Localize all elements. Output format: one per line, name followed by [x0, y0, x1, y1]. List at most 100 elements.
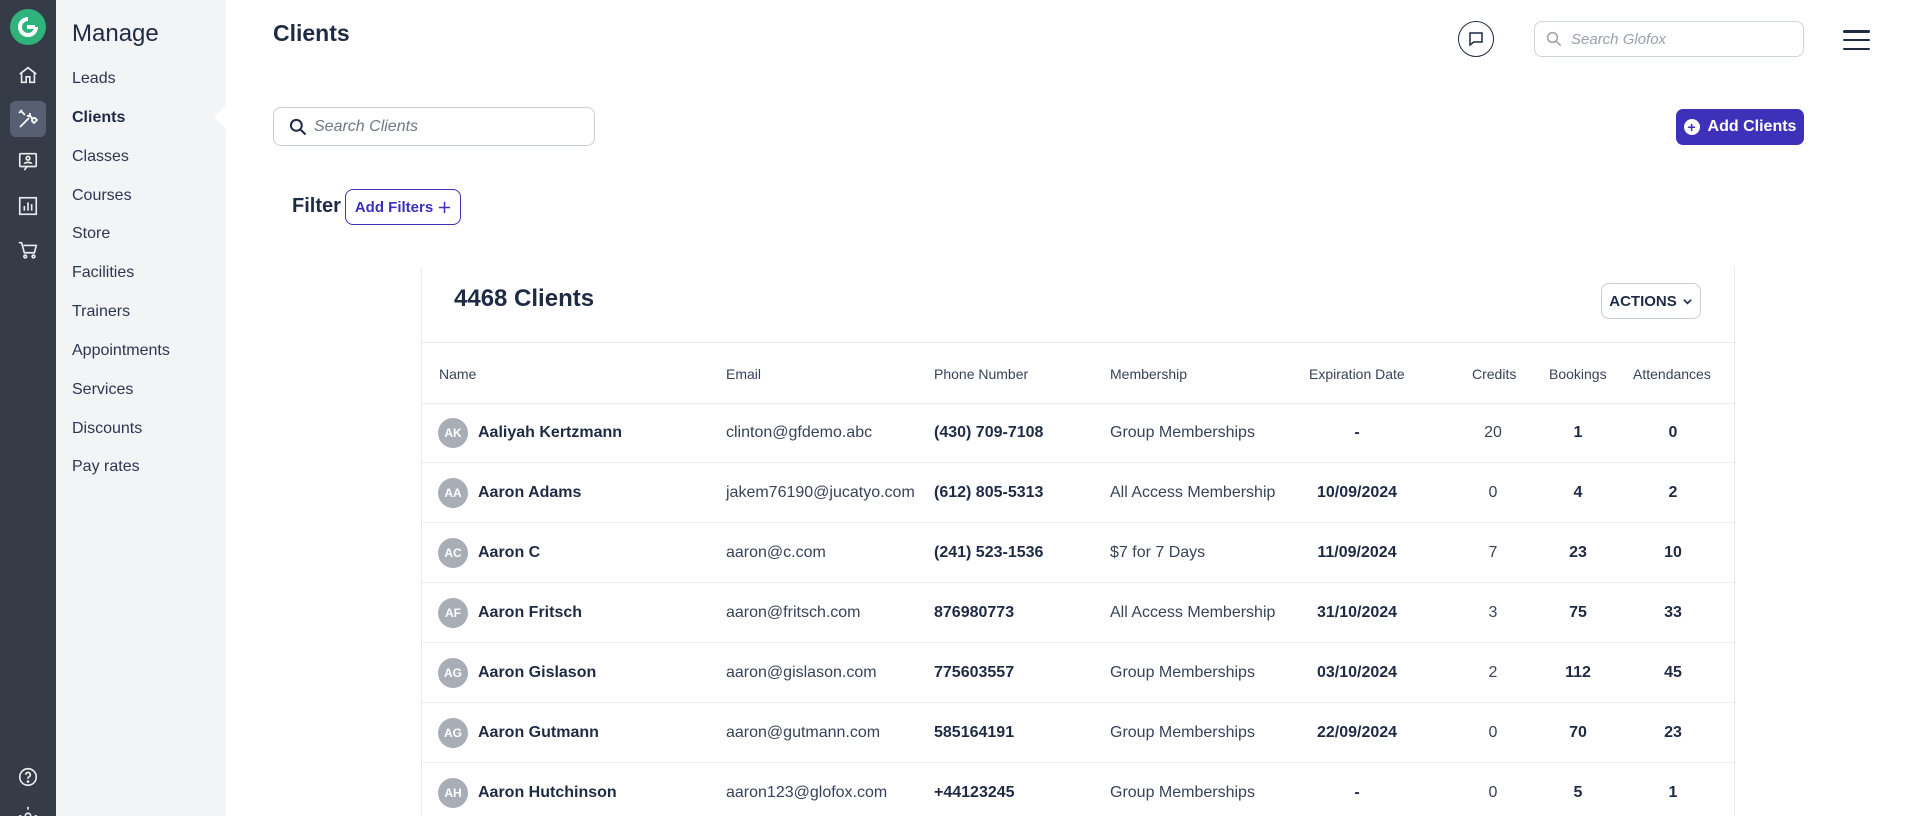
name-cell[interactable]: AC Aaron C — [438, 523, 540, 583]
membership-cell: Group Memberships — [1110, 784, 1255, 801]
sidebar-item-appointments[interactable]: Appointments — [72, 342, 170, 360]
add-filters-label: Add Filters — [354, 198, 434, 216]
search-icon — [289, 118, 307, 135]
client-name-link[interactable]: Aaron C — [478, 544, 540, 562]
column-header-credits[interactable]: Credits — [1472, 366, 1516, 382]
sidebar-item-leads[interactable]: Leads — [72, 70, 116, 88]
icon-rail — [0, 0, 56, 816]
manage-tools-icon[interactable] — [10, 101, 46, 137]
sidebar-item-discounts[interactable]: Discounts — [72, 420, 142, 438]
avatar: AA — [438, 478, 468, 508]
client-name-link[interactable]: Aaron Hutchinson — [478, 784, 617, 802]
column-header-bookings[interactable]: Bookings — [1549, 366, 1607, 382]
email-cell: aaron@fritsch.com — [726, 604, 861, 621]
sidebar-title: Manage — [72, 20, 159, 47]
avatar: AH — [438, 778, 468, 808]
page-title: Clients — [273, 20, 350, 46]
table-row[interactable]: AK Aaliyah Kertzmann clinton@gfdemo.abc (43… — [422, 403, 1736, 463]
sidebar-item-trainers[interactable]: Trainers — [72, 303, 130, 321]
phone-cell: +44123245 — [934, 784, 1015, 801]
table-row[interactable]: AA Aaron Adams jakem76190@jucatyo.com (612)… — [422, 463, 1736, 523]
email-cell: aaron@gutmann.com — [726, 724, 881, 741]
phone-cell: (241) 523-1536 — [934, 544, 1044, 561]
expiration-cell: 03/10/2024 — [1316, 664, 1398, 681]
column-header-membership[interactable]: Membership — [1110, 366, 1187, 382]
email-cell: aaron@c.com — [726, 544, 826, 561]
sidebar-item-services[interactable]: Services — [72, 381, 133, 399]
name-cell[interactable]: AG Aaron Gutmann — [438, 703, 599, 763]
settings-icon[interactable] — [12, 800, 44, 816]
client-name-link[interactable]: Aaliyah Kertzmann — [478, 424, 622, 442]
attendances-cell: 2 — [1668, 484, 1678, 501]
credits-cell: 0 — [1488, 724, 1498, 741]
name-cell[interactable]: AK Aaliyah Kertzmann — [438, 403, 622, 463]
divider — [422, 342, 1736, 343]
email-cell: clinton@gfdemo.abc — [726, 424, 873, 441]
phone-cell: 775603557 — [934, 664, 1015, 681]
client-name-link[interactable]: Aaron Gislason — [478, 664, 596, 682]
name-cell[interactable]: AA Aaron Adams — [438, 463, 581, 523]
reports-icon[interactable] — [12, 190, 44, 222]
membership-cell: All Access Membership — [1110, 484, 1276, 501]
search-icon — [1546, 31, 1562, 47]
client-name-link[interactable]: Aaron Gutmann — [478, 724, 599, 742]
avatar: AF — [438, 598, 468, 628]
hamburger-menu-icon[interactable] — [1843, 30, 1870, 50]
expiration-cell: 10/09/2024 — [1316, 484, 1398, 501]
expiration-cell: 31/10/2024 — [1316, 604, 1398, 621]
client-name-link[interactable]: Aaron Adams — [478, 484, 581, 502]
table-row[interactable]: AG Aaron Gislason aaron@gislason.com 775603… — [422, 643, 1736, 703]
client-name-link[interactable]: Aaron Fritsch — [478, 604, 582, 622]
avatar: AG — [438, 718, 468, 748]
column-header-phone[interactable]: Phone Number — [934, 366, 1028, 382]
store-cart-icon[interactable] — [12, 234, 44, 266]
sidebar-item-pay-rates[interactable]: Pay rates — [72, 458, 140, 476]
sidebar-item-store[interactable]: Store — [72, 225, 110, 243]
filter-label: Filter — [292, 195, 341, 217]
name-cell[interactable]: AG Aaron Gislason — [438, 643, 596, 703]
client-search[interactable] — [273, 107, 595, 146]
column-header-expiration[interactable]: Expiration Date — [1309, 366, 1405, 382]
name-cell[interactable]: AF Aaron Fritsch — [438, 583, 582, 643]
expiration-cell: 11/09/2024 — [1317, 544, 1397, 561]
credits-cell: 20 — [1484, 424, 1502, 441]
credits-cell: 7 — [1488, 544, 1498, 561]
name-cell[interactable]: AH Aaron Hutchinson — [438, 763, 617, 816]
sidebar-item-clients[interactable]: Clients — [72, 109, 125, 127]
bookings-cell: 4 — [1573, 484, 1583, 501]
add-filters-button[interactable]: Add Filters — [345, 189, 461, 225]
avatar: AC — [438, 538, 468, 568]
table-header: Name Email Phone Number Membership Expir… — [422, 366, 1736, 404]
plus-circle-icon: + — [1683, 119, 1700, 135]
table-row[interactable]: AC Aaron C aaron@c.com (241) 523-1536 $7 for… — [422, 523, 1736, 583]
add-clients-button[interactable]: + Add Clients — [1676, 109, 1804, 145]
actions-label: ACTIONS — [1609, 292, 1677, 310]
help-icon[interactable] — [12, 761, 44, 793]
attendances-cell: 45 — [1664, 664, 1682, 681]
app-root: Manage Leads Clients Classes Courses Sto… — [0, 0, 1920, 816]
phone-cell: 876980773 — [934, 604, 1015, 621]
messages-icon[interactable] — [12, 145, 44, 177]
email-cell: jakem76190@jucatyo.com — [726, 484, 915, 501]
home-icon[interactable] — [12, 59, 44, 91]
logo-icon[interactable] — [10, 9, 46, 45]
sidebar-item-facilities[interactable]: Facilities — [72, 264, 134, 282]
column-header-email[interactable]: Email — [726, 366, 761, 382]
global-search-input[interactable] — [1571, 30, 1791, 48]
column-header-attendances[interactable]: Attendances — [1633, 366, 1711, 382]
avatar: AG — [438, 658, 468, 688]
table-row[interactable]: AH Aaron Hutchinson aaron123@glofox.com +44… — [422, 763, 1736, 816]
client-search-input[interactable] — [314, 117, 594, 136]
table-row[interactable]: AF Aaron Fritsch aaron@fritsch.com 87698077… — [422, 583, 1736, 643]
actions-dropdown[interactable]: ACTIONS — [1601, 283, 1701, 319]
bookings-cell: 75 — [1569, 604, 1587, 621]
sidebar-item-classes[interactable]: Classes — [72, 148, 129, 166]
sidebar-item-courses[interactable]: Courses — [72, 187, 132, 205]
column-header-name[interactable]: Name — [439, 366, 476, 382]
bookings-cell: 1 — [1573, 424, 1583, 441]
table-row[interactable]: AG Aaron Gutmann aaron@gutmann.com 58516419… — [422, 703, 1736, 763]
global-search[interactable] — [1534, 21, 1804, 57]
membership-cell: Group Memberships — [1110, 664, 1255, 681]
chat-button[interactable] — [1458, 21, 1494, 57]
chat-icon — [1469, 32, 1483, 47]
